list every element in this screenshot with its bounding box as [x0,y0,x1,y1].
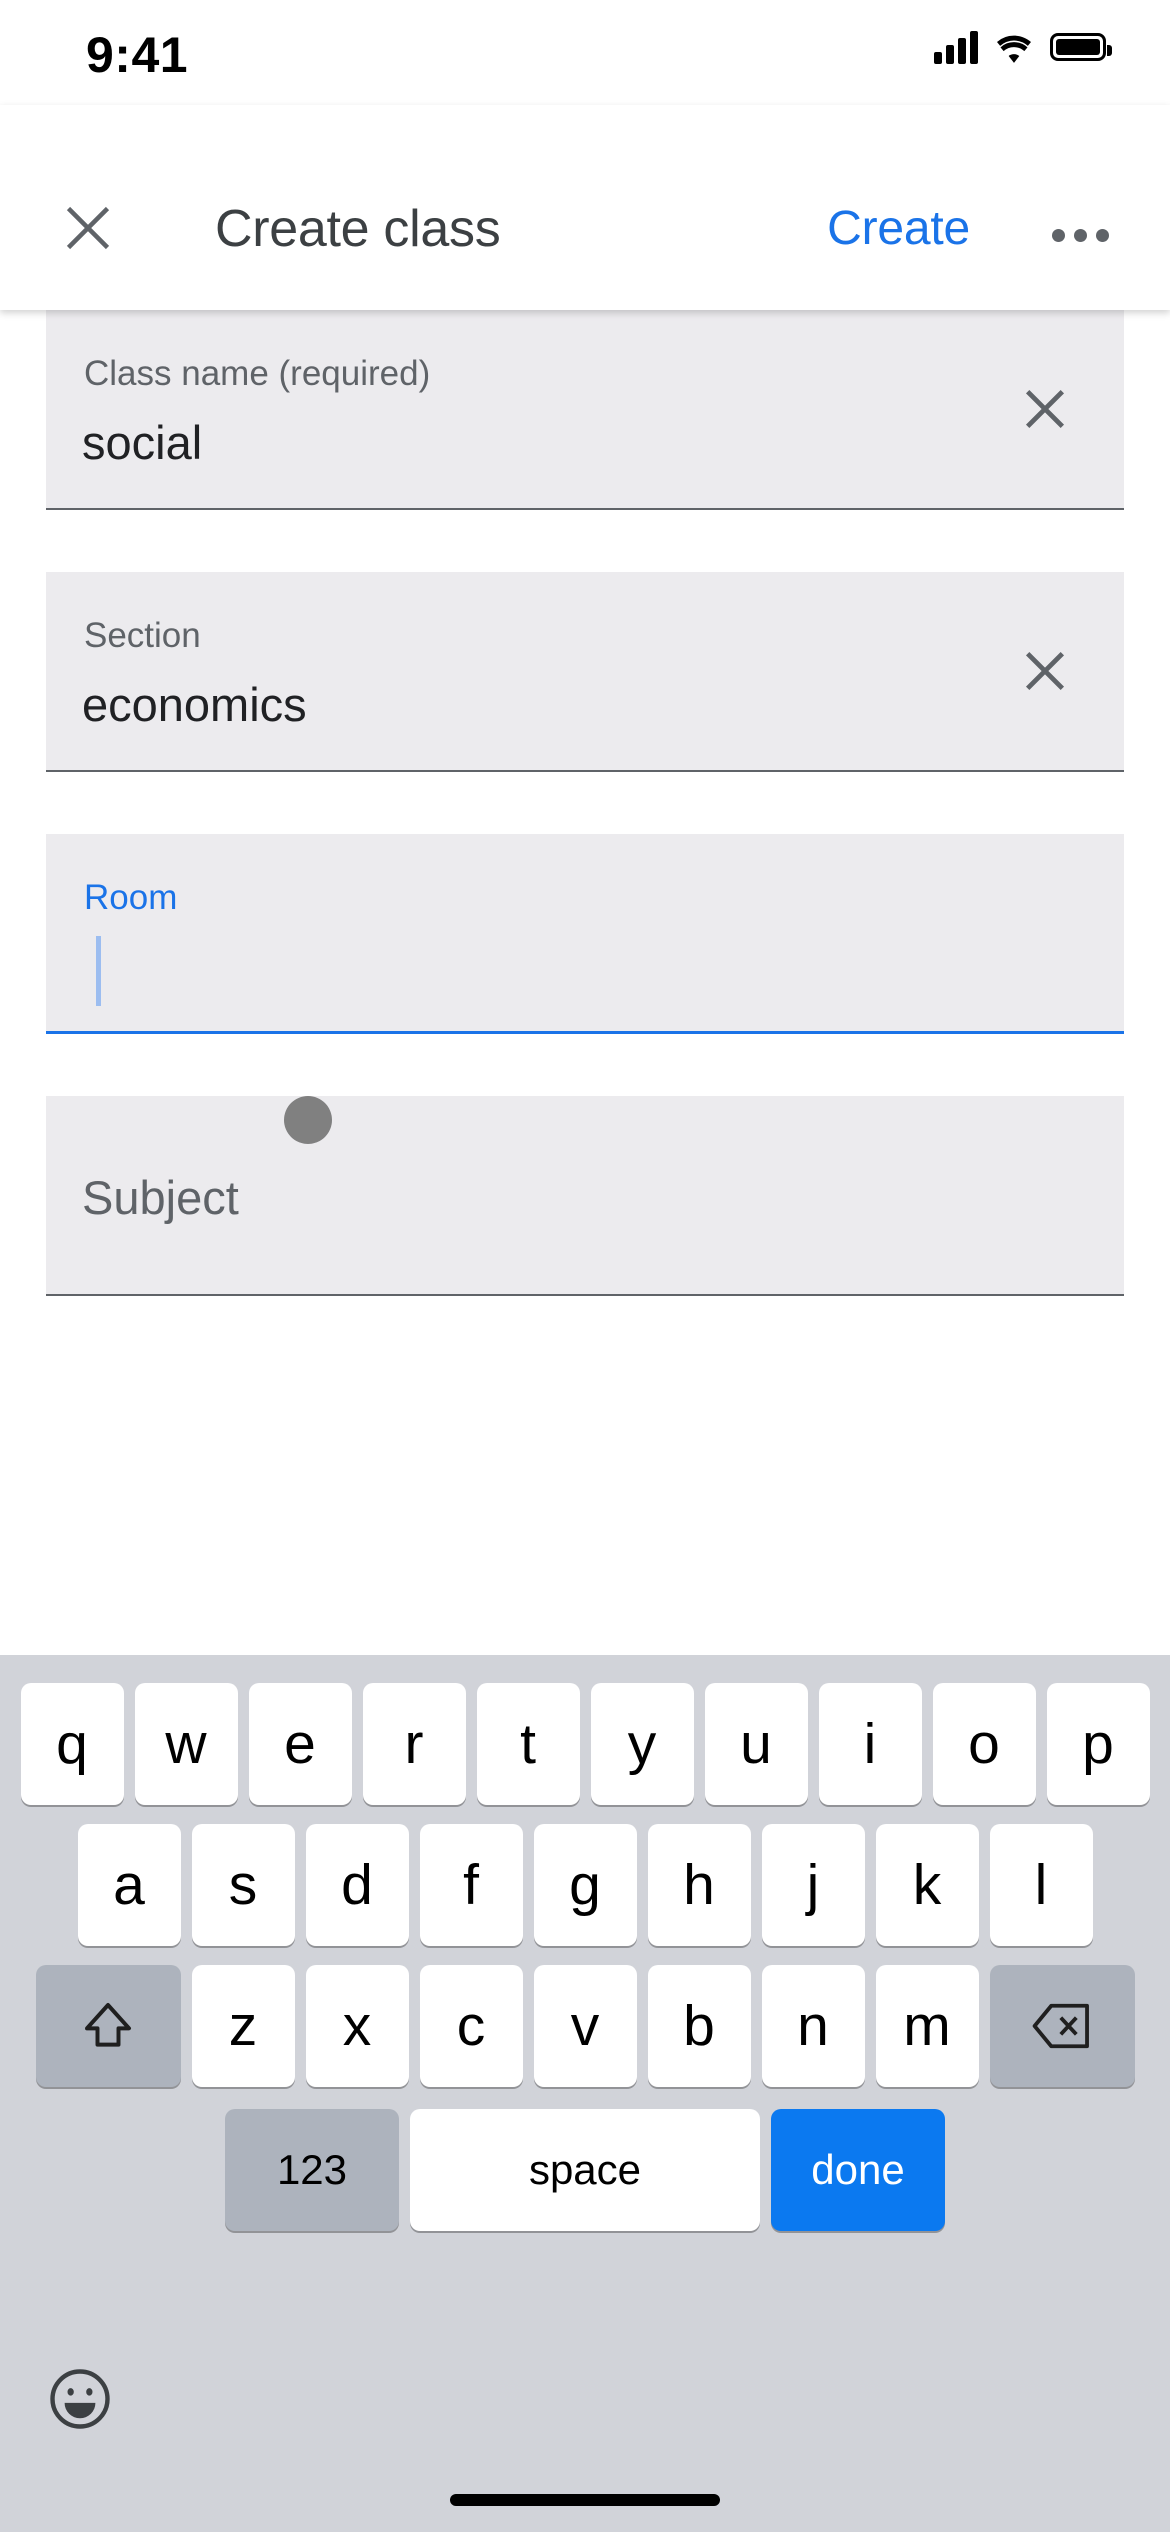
wifi-icon [994,32,1034,63]
status-time: 9:41 [86,27,189,83]
cellular-signal-icon [934,30,978,64]
create-class-form: Class name (required) social Section eco… [0,310,1170,1358]
key-a[interactable]: a [77,1824,181,1946]
field-room[interactable]: Room [46,834,1124,1144]
key-c[interactable]: c [419,1965,523,2087]
app-bar: Create class Create [0,105,1170,310]
field-value-section: economics [82,678,307,731]
clear-icon-section[interactable] [1008,634,1082,708]
emoji-icon[interactable] [47,2366,113,2432]
done-key[interactable]: done [771,2109,945,2231]
numbers-key[interactable]: 123 [225,2109,399,2231]
key-i[interactable]: i [818,1683,922,1805]
space-key[interactable]: space [410,2109,760,2231]
create-button[interactable]: Create [827,201,970,256]
field-class-name[interactable]: Class name (required) social [46,310,1124,510]
key-b[interactable]: b [647,1965,751,2087]
close-icon[interactable] [50,190,126,266]
field-section[interactable]: Section economics [46,572,1124,772]
key-o[interactable]: o [932,1683,1036,1805]
key-x[interactable]: x [305,1965,409,2087]
key-m[interactable]: m [875,1965,979,2087]
tap-indicator-dot [284,1096,332,1144]
key-g[interactable]: g [533,1824,637,1946]
key-r[interactable]: r [362,1683,466,1805]
backspace-icon[interactable] [989,1965,1135,2087]
key-p[interactable]: p [1046,1683,1150,1805]
clear-icon-class-name[interactable] [1008,372,1082,446]
keyboard-row-3: z x c v b n m [0,1946,1170,2087]
key-w[interactable]: w [134,1683,238,1805]
key-k[interactable]: k [875,1824,979,1946]
key-s[interactable]: s [191,1824,295,1946]
field-value-class-name: social [82,416,203,469]
shift-icon[interactable] [35,1965,181,2087]
on-screen-keyboard: q w e r t y u i o p a s d f g h j k l z [0,1655,1170,2532]
key-l[interactable]: l [989,1824,1093,1946]
status-icons [934,30,1112,64]
more-options-icon[interactable] [1040,205,1120,265]
key-j[interactable]: j [761,1824,865,1946]
text-caret [96,936,101,1006]
key-h[interactable]: h [647,1824,751,1946]
emoji-row [0,2358,1170,2468]
key-q[interactable]: q [20,1683,124,1805]
page-title: Create class [215,200,501,258]
field-subject[interactable]: Subject [46,1096,1124,1296]
key-n[interactable]: n [761,1965,865,2087]
key-e[interactable]: e [248,1683,352,1805]
keyboard-row-4: 123 space done [0,2087,1170,2231]
phone-screen: 9:41 Create class Create Class name (req… [0,0,1170,2532]
key-z[interactable]: z [191,1965,295,2087]
keyboard-row-1: q w e r t y u i o p [0,1655,1170,1805]
field-label-subject: Subject [82,1171,239,1224]
home-indicator [450,2494,720,2506]
field-label-section: Section [84,616,201,655]
field-label-room: Room [84,878,178,917]
field-label-class-name: Class name (required) [84,354,431,393]
key-v[interactable]: v [533,1965,637,2087]
key-y[interactable]: y [590,1683,694,1805]
key-f[interactable]: f [419,1824,523,1946]
keyboard-row-2: a s d f g h j k l [0,1805,1170,1946]
status-bar: 9:41 [0,0,1170,105]
key-t[interactable]: t [476,1683,580,1805]
key-u[interactable]: u [704,1683,808,1805]
battery-icon [1050,33,1112,61]
key-d[interactable]: d [305,1824,409,1946]
